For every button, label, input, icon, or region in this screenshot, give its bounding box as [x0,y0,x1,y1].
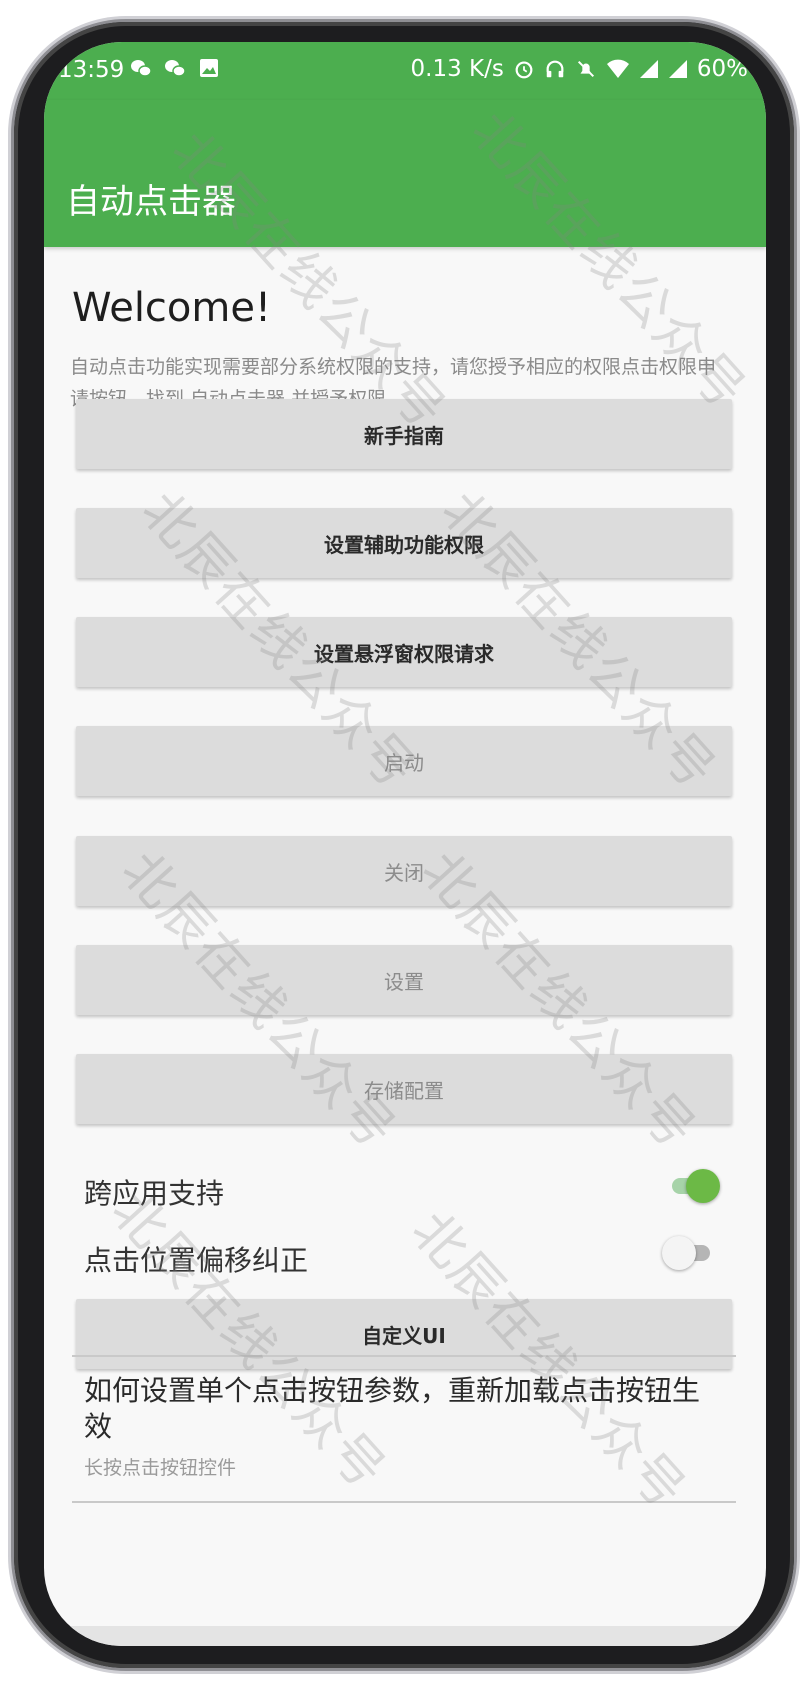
help-title[interactable]: 如何设置单个点击按钮参数，重新加载点击按钮生效 [84,1373,714,1445]
status-bar: 13:59 0.13 K/s 60% [44,42,766,100]
welcome-heading: Welcome! [72,285,272,331]
wifi-icon [606,59,629,78]
mute-icon [577,60,594,78]
stop-button[interactable]: 关闭 [76,836,732,906]
offset-correction-switch[interactable] [662,1236,710,1270]
headset-icon [546,60,564,78]
cross-app-support-label: 跨应用支持 [84,1177,225,1210]
cross-app-support-row: 跨应用支持 [44,1164,766,1214]
save-config-button[interactable]: 存储配置 [76,1054,732,1124]
accessibility-permission-button[interactable]: 设置辅助功能权限 [76,508,732,578]
status-time: 13:59 [58,57,125,83]
signal-icon [639,60,658,78]
phone-screen: 13:59 0.13 K/s 60% 自动点击器 Welcome! 自动点击功能… [44,42,766,1646]
switch-thumb [662,1236,696,1270]
offset-correction-label: 点击位置偏移纠正 [84,1244,309,1277]
phone-power-key [794,620,800,745]
start-button[interactable]: 启动 [76,726,732,796]
wechat-icon [165,60,186,77]
wechat-icon [131,60,152,77]
switch-thumb [686,1169,720,1203]
beginner-guide-button[interactable]: 新手指南 [76,399,732,469]
network-speed: 0.13 K/s [410,56,504,82]
divider [72,1501,736,1503]
app-bar: 自动点击器 [44,100,766,247]
alarm-icon [515,61,533,79]
divider [72,1355,736,1357]
offset-correction-row: 点击位置偏移纠正 [44,1231,766,1281]
battery-level: 60% [696,56,748,82]
phone-volume-key [794,445,800,535]
bottom-strip [44,1626,766,1646]
help-subtitle: 长按点击按钮控件 [84,1457,237,1479]
app-title: 自动点击器 [66,182,236,222]
custom-ui-button[interactable]: 自定义UI [76,1299,732,1369]
status-left-icons [129,56,221,80]
image-icon [200,59,218,77]
status-right: 0.13 K/s 60% [411,56,748,82]
signal-icon [668,60,687,78]
overlay-permission-button[interactable]: 设置悬浮窗权限请求 [76,617,732,687]
cross-app-support-switch[interactable] [672,1169,720,1203]
settings-button[interactable]: 设置 [76,945,732,1015]
